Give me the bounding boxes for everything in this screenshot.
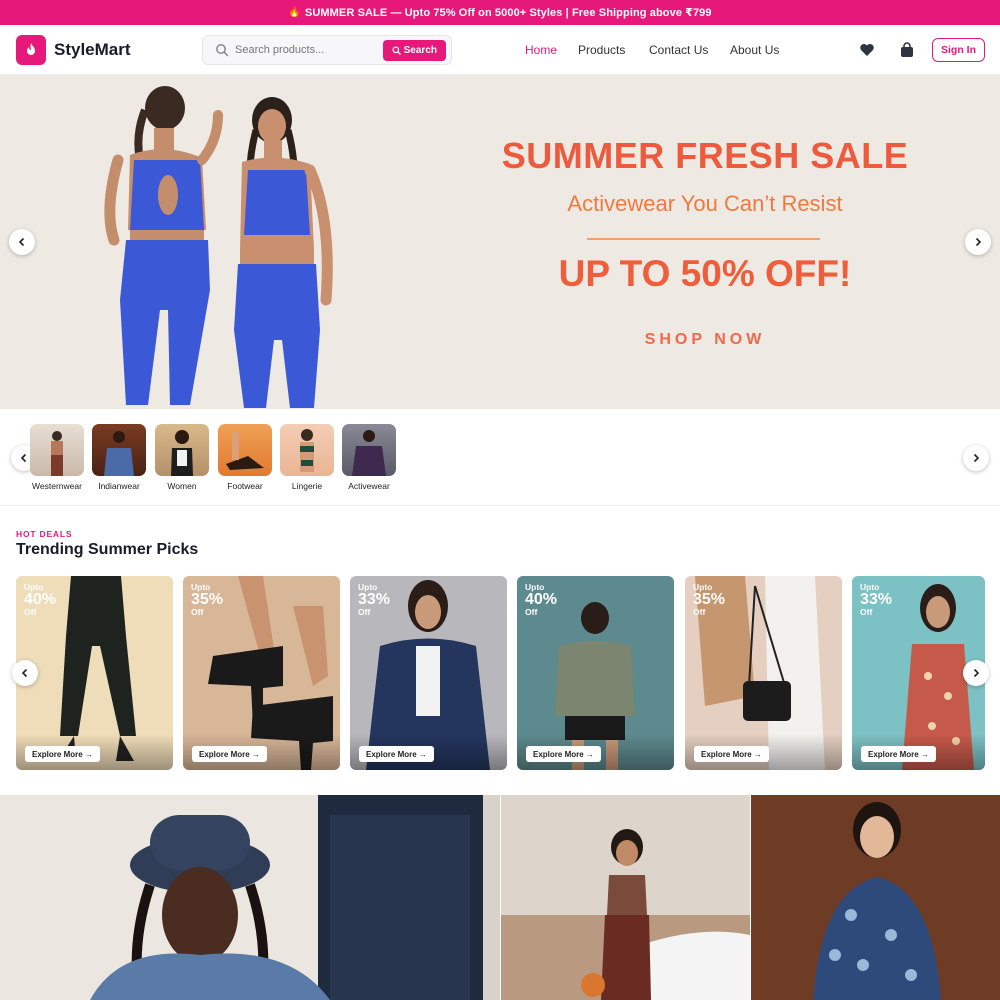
discount-percent: 33% — [358, 590, 391, 608]
category-westernwear[interactable]: Westernwear — [30, 424, 84, 491]
search-button-label: Search — [403, 45, 437, 56]
category-indianwear[interactable]: Indianwear — [92, 424, 146, 491]
category-label: Lingerie — [291, 481, 323, 491]
deal-card[interactable]: Upto 35% Off Explore More → — [685, 576, 842, 770]
nav-products[interactable]: Products — [578, 43, 625, 57]
search-icon — [216, 44, 229, 57]
discount-off: Off — [358, 606, 371, 617]
explore-more-button[interactable]: Explore More → — [526, 746, 601, 762]
section-title: Trending Summer Picks — [16, 541, 199, 558]
search-bar: Search — [202, 35, 452, 65]
brand-name: StyleMart — [54, 40, 131, 59]
explore-more-button[interactable]: Explore More → — [861, 746, 936, 762]
category-carousel: Westernwear Indianwear Women Footwear Li… — [0, 410, 1000, 506]
announcement-bar: 🔥 SUMMER SALE — Upto 75% Off on 5000+ St… — [0, 0, 1000, 25]
category-image — [30, 424, 84, 476]
deal-card[interactable]: Upto 35% Off Explore More → — [183, 576, 340, 770]
discount-off: Off — [860, 606, 873, 617]
discount-off: Off — [525, 606, 538, 617]
sign-in-button[interactable]: Sign In — [932, 38, 985, 62]
lifestyle-tile[interactable] — [0, 795, 500, 1000]
chevron-left-icon — [21, 668, 28, 678]
fire-icon: 🔥 — [288, 7, 301, 18]
deals-prev-button[interactable] — [12, 660, 38, 686]
hero-next-button[interactable] — [965, 229, 991, 255]
hero-subtitle: Activewear You Can’t Resist — [567, 191, 843, 216]
discount-badge: Upto 33% Off — [860, 583, 892, 616]
category-activewear[interactable]: Activewear — [342, 424, 396, 491]
lifestyle-tile[interactable] — [501, 795, 750, 1000]
deal-card[interactable]: Upto 33% Off Explore More → — [350, 576, 507, 770]
category-label: Women — [167, 481, 197, 491]
site-header: StyleMart Search Home Products Contact U… — [0, 25, 1000, 75]
lifestyle-image — [0, 795, 500, 1000]
section-kicker: HOT DEALS — [16, 529, 73, 539]
chevron-left-icon — [20, 453, 27, 463]
nav-home[interactable]: Home — [525, 43, 557, 57]
category-label: Indianwear — [98, 481, 140, 491]
shop-now-link[interactable]: SHOP NOW — [475, 331, 935, 349]
category-image — [155, 424, 209, 476]
search-button-icon — [392, 46, 401, 55]
category-image — [342, 424, 396, 476]
hero-model-image — [234, 97, 333, 408]
category-image — [218, 424, 272, 476]
lifestyle-banner-grid — [0, 795, 1000, 1000]
chevron-left-icon — [18, 237, 25, 247]
lifestyle-image — [751, 795, 1000, 1000]
explore-more-button[interactable]: Explore More → — [694, 746, 769, 762]
deal-card[interactable]: Upto 40% Off Explore More → — [517, 576, 674, 770]
chevron-right-icon — [973, 453, 980, 463]
announcement-text: SUMMER SALE — Upto 75% Off on 5000+ Styl… — [304, 7, 712, 19]
heart-icon[interactable] — [858, 41, 876, 59]
discount-badge: Upto 33% Off — [358, 583, 390, 616]
explore-more-button[interactable]: Explore More → — [25, 746, 100, 762]
category-lingerie[interactable]: Lingerie — [280, 424, 334, 491]
discount-off: Off — [191, 606, 204, 617]
discount-badge: Upto 40% Off — [24, 583, 56, 616]
explore-more-button[interactable]: Explore More → — [359, 746, 434, 762]
discount-badge: Upto 40% Off — [525, 583, 557, 616]
discount-off: Off — [693, 606, 706, 617]
nav-about-us[interactable]: About Us — [730, 43, 779, 57]
deals-next-button[interactable] — [963, 660, 989, 686]
discount-badge: Upto 35% Off — [693, 583, 725, 616]
lifestyle-tile[interactable] — [751, 795, 1000, 1000]
hero-divider — [587, 238, 820, 240]
search-button[interactable]: Search — [382, 40, 446, 61]
brand-logo-icon — [16, 35, 46, 65]
hero-title: SUMMER FRESH SALE — [501, 135, 909, 176]
brand-logo[interactable]: StyleMart — [16, 35, 131, 65]
shopping-bag-icon[interactable] — [898, 41, 916, 59]
discount-percent: 35% — [191, 590, 224, 608]
category-label: Westernwear — [32, 481, 82, 491]
chevron-right-icon — [973, 668, 980, 678]
discount-badge: Upto 35% Off — [191, 583, 223, 616]
hero-offer: UP TO 50% OFF! — [558, 253, 852, 294]
hero-model-image — [104, 86, 223, 405]
nav-contact-us[interactable]: Contact Us — [649, 43, 708, 57]
lifestyle-image — [501, 795, 750, 1000]
category-label: Activewear — [348, 481, 390, 491]
category-label: Footwear — [227, 481, 263, 491]
category-next-button[interactable] — [963, 445, 989, 471]
hero-banner[interactable]: SUMMER FRESH SALE Activewear You Can’t R… — [0, 75, 1000, 409]
hero-prev-button[interactable] — [9, 229, 35, 255]
category-women[interactable]: Women — [155, 424, 209, 491]
discount-off: Off — [24, 606, 37, 617]
explore-more-button[interactable]: Explore More → — [192, 746, 267, 762]
discount-percent: 40% — [525, 590, 558, 608]
category-image — [280, 424, 334, 476]
chevron-right-icon — [975, 237, 982, 247]
deal-card[interactable]: Upto 40% Off Explore More → — [16, 576, 173, 770]
discount-percent: 40% — [24, 590, 57, 608]
discount-percent: 35% — [693, 590, 726, 608]
search-input[interactable] — [235, 44, 385, 56]
category-image — [92, 424, 146, 476]
discount-percent: 33% — [860, 590, 893, 608]
category-footwear[interactable]: Footwear — [218, 424, 272, 491]
